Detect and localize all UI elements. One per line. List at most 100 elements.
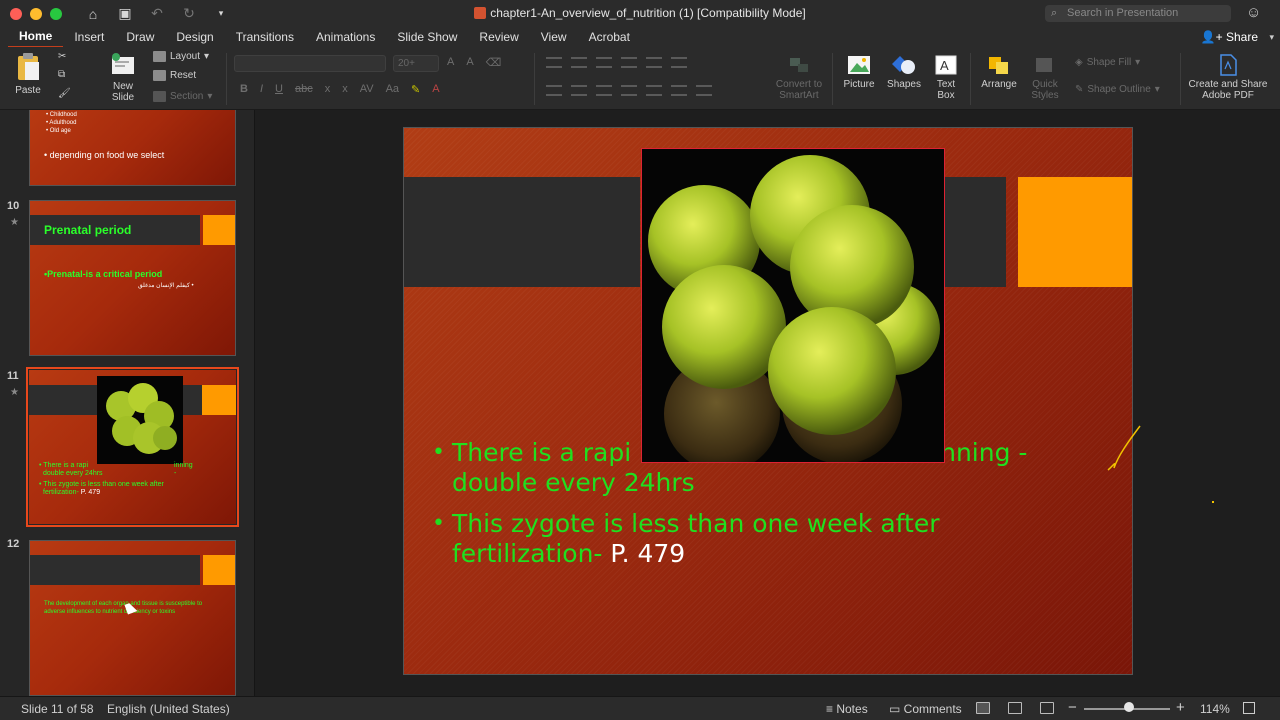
thumb9-line: • Childhood [46,112,77,118]
text-direction-icon[interactable] [646,85,662,96]
align-text-icon[interactable] [671,85,687,96]
paragraph-icon[interactable] [696,85,712,96]
shape-outline-button[interactable]: ✎ Shape Outline ▾ [1075,84,1160,95]
thumb12-line2: adverse influences to nutrient deficienc… [44,609,176,615]
thumb9-line: • Old age [46,128,71,134]
tab-acrobat[interactable]: Acrobat [578,27,641,47]
slide-thumbnail-10[interactable]: Prenatal period •Prenatal-is a critical … [29,200,236,356]
slide-number-12: 12 [7,538,20,550]
reading-view-icon[interactable] [1040,702,1054,714]
undo-icon[interactable]: ↶ [148,5,166,22]
paste-button[interactable]: Paste [8,52,48,96]
decrease-indent-icon[interactable] [596,57,612,68]
customize-toolbar-icon[interactable]: ▾ [212,8,230,19]
zygote-microscope-image[interactable] [641,148,945,463]
shape-fill-button[interactable]: ◈ Shape Fill ▾ [1075,57,1140,68]
picture-button[interactable]: Picture [840,54,878,90]
increase-indent-icon[interactable] [621,57,637,68]
shapes-button[interactable]: Shapes [884,54,924,90]
convert-to-smartart-button[interactable]: Convert to SmartArt [772,54,826,101]
reset-button[interactable]: Reset [153,70,196,81]
close-window-button[interactable] [10,7,22,20]
pen-annotation-dot [1212,501,1214,503]
new-slide-icon [112,53,134,74]
bullets-icon[interactable] [546,57,562,68]
thumb9-bullet: • depending on food we select [44,150,165,160]
slide-thumbnail-panel[interactable]: • Childhood • Adulthood • Old age • depe… [0,110,255,696]
slide-counter: Slide 11 of 58 [21,702,94,716]
text-box-button[interactable]: A Text Box [929,54,963,101]
tab-insert[interactable]: Insert [63,27,115,47]
arrange-button[interactable]: Arrange [978,54,1020,90]
search-placeholder: Search in Presentation [1067,7,1179,19]
tab-view[interactable]: View [530,27,578,47]
columns-icon[interactable] [671,57,687,68]
tab-home[interactable]: Home [8,26,64,48]
new-slide-button[interactable]: New Slide [103,52,143,103]
cell-cluster-image [648,155,940,462]
comments-button[interactable]: ▭ Comments [889,702,962,716]
tab-animations[interactable]: Animations [305,27,386,47]
align-center-icon[interactable] [571,85,587,96]
char-spacing-icon[interactable]: AV [360,83,374,96]
increase-font-icon[interactable]: A [447,56,454,69]
layout-button[interactable]: Layout ▾ [153,51,209,62]
powerpoint-window: ⌂ ▣ ↶ ↻ ▾ chapter1-An_overview_of_nutrit… [0,0,1280,720]
slide-thumbnail-9[interactable]: • Childhood • Adulthood • Old age • depe… [29,110,236,186]
ribbon-divider [970,53,971,105]
superscript-icon[interactable]: x [342,83,348,96]
line-spacing-icon[interactable] [646,57,662,68]
font-name-field[interactable] [234,55,386,72]
tab-design[interactable]: Design [165,27,224,47]
redo-icon[interactable]: ↻ [180,5,198,22]
create-share-pdf-button[interactable]: Create and Share Adobe PDF [1184,54,1272,101]
font-size-field[interactable]: 20+ [393,55,439,72]
align-right-icon[interactable] [596,85,612,96]
zoom-in-button[interactable]: + [1176,699,1185,716]
zoom-level[interactable]: 114% [1200,702,1230,716]
status-bar: Slide 11 of 58 English (United States) ≡… [0,696,1280,720]
justify-icon[interactable] [621,85,637,96]
save-icon[interactable]: ▣ [116,5,134,22]
slide-thumbnail-12[interactable]: The development of each organ and tissue… [29,540,236,696]
quick-styles-button[interactable]: Quick Styles [1024,54,1066,101]
numbering-icon[interactable] [571,57,587,68]
section-button[interactable]: Section ▾ [153,91,212,102]
tab-transitions[interactable]: Transitions [225,27,305,47]
slide-thumbnail-11[interactable]: • There is a rapi inning - double every 2… [26,367,239,527]
subscript-icon[interactable]: x [325,83,331,96]
font-color-icon[interactable]: A [432,83,439,96]
adobe-pdf-icon [1220,54,1237,76]
italic-icon[interactable]: I [260,83,263,96]
tab-review[interactable]: Review [468,27,529,47]
highlight-icon[interactable]: ✎ [411,83,420,96]
align-controls [546,85,712,96]
language-indicator[interactable]: English (United States) [107,702,230,716]
text-box-icon: A [935,55,957,75]
notes-button[interactable]: ≡ Notes [826,702,868,716]
cut-icon[interactable]: ✂ [58,51,66,62]
feedback-smiley-icon[interactable]: ☺ [1246,4,1261,21]
normal-view-icon[interactable] [976,702,990,714]
strikethrough-icon[interactable]: abc [295,83,313,96]
slide-sorter-view-icon[interactable] [1008,702,1022,714]
align-left-icon[interactable] [546,85,562,96]
minimize-window-button[interactable] [30,7,42,20]
format-painter-icon[interactable]: 🖌 [58,88,71,99]
home-icon[interactable]: ⌂ [84,6,102,22]
change-case-icon[interactable]: Aa [386,83,399,96]
decrease-font-icon[interactable]: A [466,56,473,69]
tab-draw[interactable]: Draw [115,27,165,47]
bold-icon[interactable]: B [240,83,248,96]
thumb-orange-block [202,385,236,415]
zoom-slider-handle[interactable] [1124,702,1134,712]
clear-format-icon[interactable]: ⌫ [486,56,502,69]
underline-icon[interactable]: U [275,83,283,96]
tab-slide-show[interactable]: Slide Show [386,27,468,47]
zoom-out-button[interactable]: − [1068,699,1077,716]
fit-to-window-icon[interactable] [1243,702,1255,714]
zoom-window-button[interactable] [50,7,62,20]
current-slide[interactable]: There is a rapiinning - double every 24h… [403,127,1133,675]
copy-icon[interactable]: ⧉ [58,69,65,80]
search-box[interactable]: ⌕ Search in Presentation [1045,5,1231,22]
